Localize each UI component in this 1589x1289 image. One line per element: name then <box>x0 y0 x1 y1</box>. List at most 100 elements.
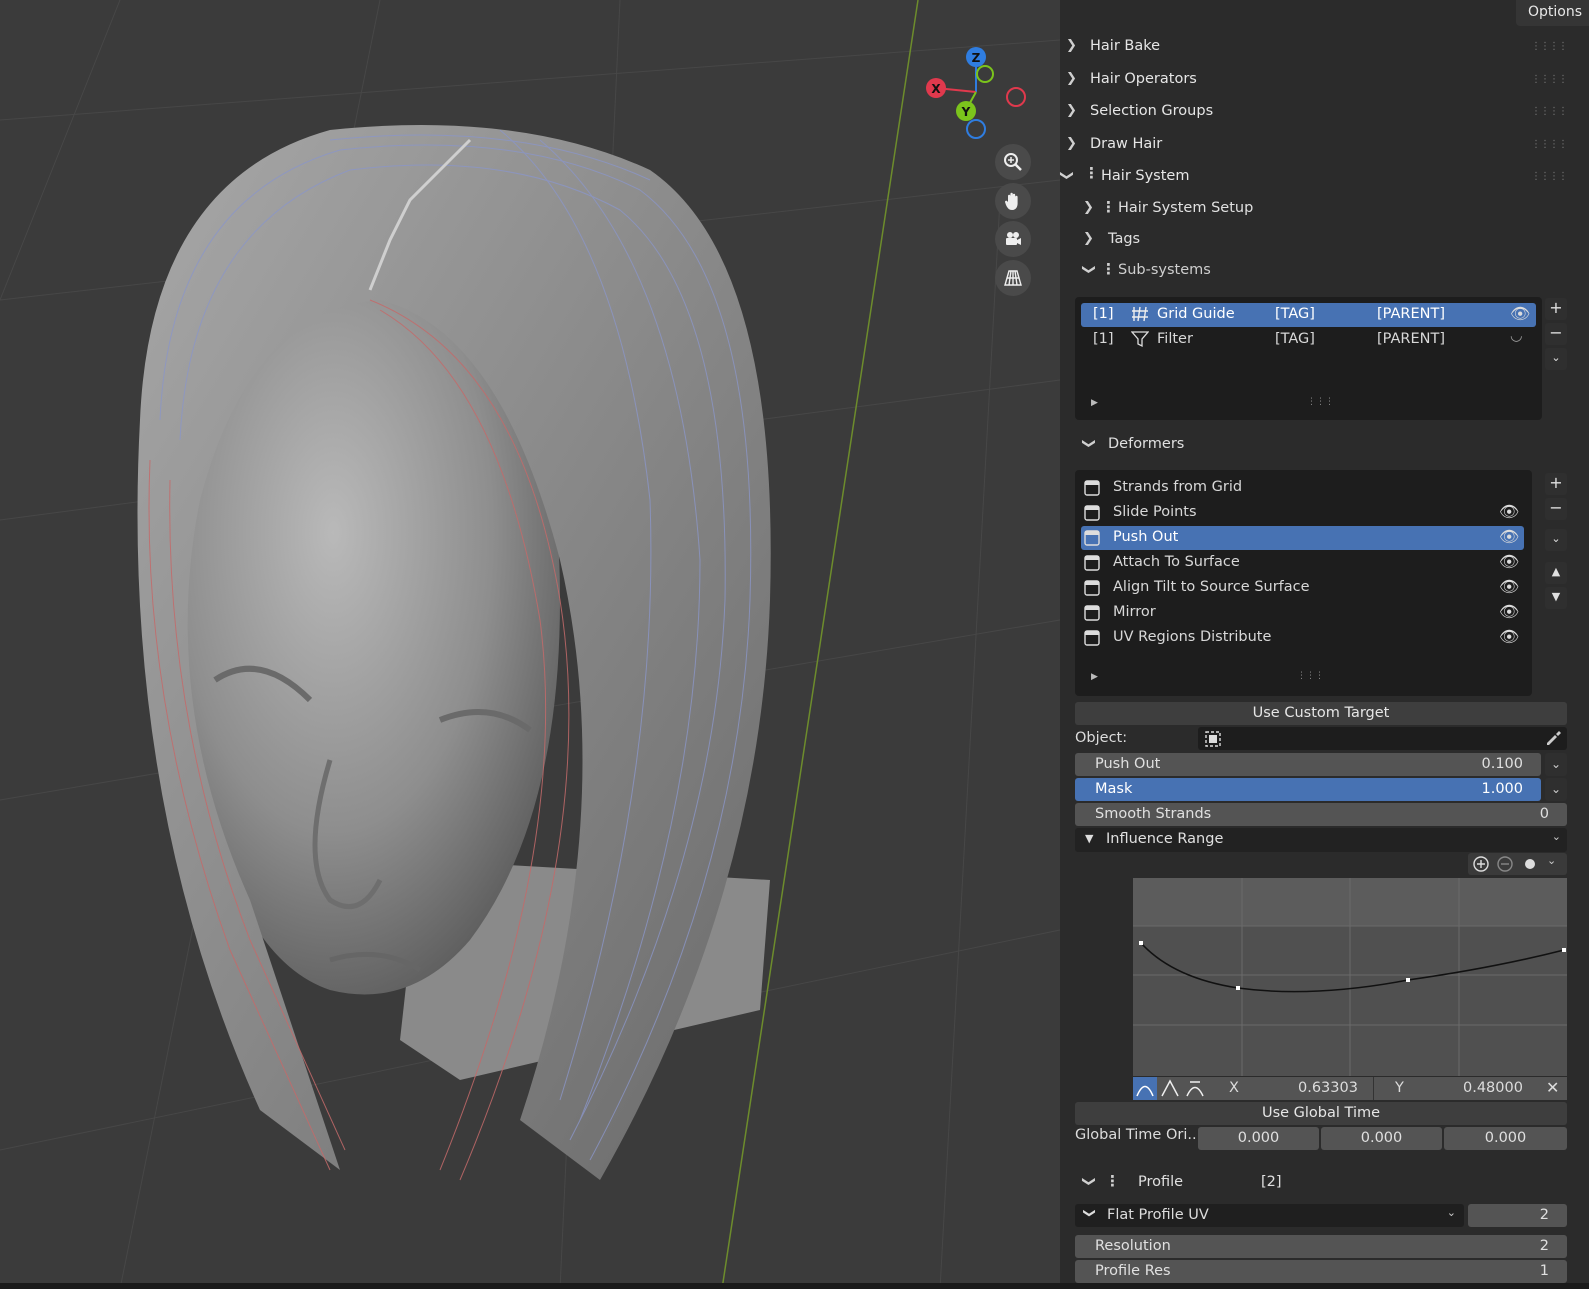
drag-grip-icon[interactable]: ⋮⋮⋮⋮ <box>1531 74 1568 85</box>
panel-menu-dots-icon[interactable]: ⋮ <box>1101 200 1116 215</box>
deformer-list-item[interactable]: Align Tilt to Source Surface 👁 <box>1081 576 1524 600</box>
chevron-down-icon[interactable]: ⌄ <box>1547 854 1556 867</box>
panel-hair-bake[interactable]: ❯ Hair Bake ⋮⋮⋮⋮ <box>1060 32 1569 62</box>
eye-closed-icon[interactable]: ◡ <box>1510 328 1523 344</box>
subpanel-title: Profile <box>1138 1174 1184 1190</box>
subsystem-list[interactable]: [1] Grid Guide [TAG] [PARENT] 👁 [1] Filt… <box>1075 297 1542 420</box>
viewport-scene <box>0 0 1060 1289</box>
chevron-right-icon: ❯ <box>1066 103 1077 118</box>
resolution-field[interactable]: Resolution 2 <box>1075 1235 1567 1258</box>
eyedropper-icon[interactable] <box>1545 729 1563 751</box>
perspective-grid-icon[interactable] <box>995 260 1031 296</box>
eye-icon[interactable]: 👁 <box>1499 552 1519 571</box>
panel-menu-dots-icon[interactable]: ⋮ <box>1084 166 1099 181</box>
deformer-list-item[interactable]: UV Regions Distribute 👁 <box>1081 626 1524 650</box>
global-time-z-field[interactable]: 0.000 <box>1444 1127 1567 1150</box>
deformer-list[interactable]: Strands from Grid Slide Points 👁 Push Out 👁 A… <box>1075 470 1532 696</box>
curve-options-dot-icon[interactable] <box>1522 856 1538 876</box>
subpanel-tags[interactable]: ❯ Tags <box>1083 227 1383 253</box>
move-down-arrow-icon[interactable]: ▼ <box>1545 587 1567 609</box>
remove-deformer-button[interactable]: − <box>1545 498 1567 520</box>
zoom-out-icon[interactable] <box>1496 855 1514 877</box>
profile-res-field[interactable]: Profile Res 1 <box>1075 1260 1567 1283</box>
panel-menu-dots-icon[interactable]: ⋮ <box>1105 1174 1120 1189</box>
3d-viewport[interactable]: Z X Y <box>0 0 1060 1289</box>
eye-icon[interactable]: 👁 <box>1499 577 1519 596</box>
drag-grip-icon[interactable]: ⋮⋮⋮⋮ <box>1531 106 1568 117</box>
curve-auto-handle-icon[interactable] <box>1183 1077 1207 1104</box>
object-field[interactable] <box>1198 727 1567 750</box>
curve-vector-handle-icon[interactable] <box>1158 1077 1182 1104</box>
panel-hair-system[interactable]: ❯ ⋮ Hair System ⋮⋮⋮⋮ <box>1059 162 1569 192</box>
deformer-list-item[interactable]: Strands from Grid <box>1081 476 1524 500</box>
global-time-x-field[interactable]: 0.000 <box>1198 1127 1319 1150</box>
eye-icon[interactable]: 👁 <box>1499 627 1519 646</box>
options-button[interactable]: Options <box>1516 0 1589 26</box>
panel-hair-operators[interactable]: ❯ Hair Operators ⋮⋮⋮⋮ <box>1060 65 1569 95</box>
smooth-strands-field[interactable]: Smooth Strands 0 <box>1075 803 1567 826</box>
global-time-y-field[interactable]: 0.000 <box>1321 1127 1442 1150</box>
subpanel-sub-systems[interactable]: ❯ ⋮ Sub-systems <box>1081 258 1383 284</box>
curve-smooth-handle-icon[interactable] <box>1133 1077 1157 1100</box>
profile-type-value-field[interactable]: 2 <box>1468 1204 1567 1227</box>
zoom-in-icon[interactable] <box>1472 855 1490 877</box>
panel-title: Hair Operators <box>1090 71 1197 87</box>
deformer-list-item[interactable]: Slide Points 👁 <box>1081 501 1524 525</box>
add-deformer-button[interactable]: + <box>1545 473 1567 495</box>
eye-icon[interactable]: 👁 <box>1499 602 1519 621</box>
resize-grip-icon[interactable]: ⋮⋮⋮ <box>1307 397 1334 407</box>
curve-x-value[interactable]: 0.63303 <box>1298 1080 1358 1096</box>
push-out-field[interactable]: Push Out 0.100 <box>1075 753 1541 776</box>
item-parent: [PARENT] <box>1377 331 1445 347</box>
mask-field[interactable]: Mask 1.000 <box>1075 778 1541 801</box>
use-custom-target-button[interactable]: Use Custom Target <box>1075 702 1567 725</box>
eye-icon[interactable]: 👁 <box>1499 527 1519 546</box>
influence-range-header[interactable]: ▼ Influence Range ⌄ <box>1075 828 1567 852</box>
panel-draw-hair[interactable]: ❯ Draw Hair ⋮⋮⋮⋮ <box>1060 130 1569 160</box>
modifier-icon <box>1083 479 1101 501</box>
subpanel-profile[interactable]: ❯ ⋮ Profile [2] <box>1081 1170 1483 1196</box>
pan-hand-icon[interactable] <box>995 183 1031 219</box>
navigation-gizmo[interactable]: Z X Y <box>920 40 1030 150</box>
deformer-list-item[interactable]: Push Out 👁 <box>1081 526 1524 550</box>
panel-title: Hair System <box>1101 168 1190 184</box>
deformer-menu-chevron-icon[interactable]: ⌄ <box>1545 529 1567 551</box>
expand-filter-icon[interactable]: ▶ <box>1091 672 1098 682</box>
remove-subsystem-button[interactable]: − <box>1545 323 1567 345</box>
drag-grip-icon[interactable]: ⋮⋮⋮⋮ <box>1531 139 1568 150</box>
panel-selection-groups[interactable]: ❯ Selection Groups ⋮⋮⋮⋮ <box>1060 97 1569 127</box>
subsystem-menu-chevron-icon[interactable]: ⌄ <box>1545 348 1567 370</box>
move-up-arrow-icon[interactable]: ▲ <box>1545 562 1567 584</box>
influence-curve-editor[interactable] <box>1133 878 1567 1076</box>
curve-toolbar: ⌄ <box>1468 853 1567 875</box>
deformer-name: Strands from Grid <box>1113 479 1243 495</box>
use-global-time-button[interactable]: Use Global Time <box>1075 1102 1567 1125</box>
resize-grip-icon[interactable]: ⋮⋮⋮ <box>1297 671 1324 681</box>
subpanel-deformers[interactable]: ❯ Deformers <box>1081 432 1383 458</box>
subpanel-hair-system-setup[interactable]: ❯ ⋮ Hair System Setup <box>1083 196 1383 222</box>
add-subsystem-button[interactable]: + <box>1545 298 1567 320</box>
delete-point-x-icon[interactable]: ✕ <box>1546 1078 1559 1097</box>
curve-y-value[interactable]: 0.48000 <box>1463 1080 1523 1096</box>
deformer-list-item[interactable]: Mirror 👁 <box>1081 601 1524 625</box>
chevron-down-icon[interactable]: ⌄ <box>1545 778 1567 801</box>
list-item[interactable]: [1] Filter [TAG] [PARENT] ◡ <box>1081 328 1536 352</box>
field-label: Profile Res <box>1095 1263 1171 1279</box>
expand-filter-icon[interactable]: ▶ <box>1091 398 1098 408</box>
profile-type-dropdown[interactable]: ❯ Flat Profile UV ⌄ <box>1075 1204 1464 1227</box>
deformer-list-item[interactable]: Attach To Surface 👁 <box>1081 551 1524 575</box>
item-name: Filter <box>1157 331 1193 347</box>
panel-title: Hair Bake <box>1090 38 1161 54</box>
chevron-down-icon[interactable]: ⌄ <box>1552 830 1561 843</box>
eye-icon[interactable]: 👁 <box>1499 502 1519 521</box>
camera-icon[interactable] <box>995 221 1031 257</box>
drag-grip-icon[interactable]: ⋮⋮⋮⋮ <box>1531 171 1568 182</box>
modifier-icon <box>1083 504 1101 526</box>
eye-icon[interactable]: 👁 <box>1510 304 1530 323</box>
chevron-down-icon[interactable]: ⌄ <box>1545 753 1567 776</box>
zoom-icon[interactable] <box>995 144 1031 180</box>
panel-menu-dots-icon[interactable]: ⋮ <box>1101 262 1116 277</box>
drag-grip-icon[interactable]: ⋮⋮⋮⋮ <box>1531 41 1568 52</box>
y-label: Y <box>1395 1080 1404 1096</box>
list-item[interactable]: [1] Grid Guide [TAG] [PARENT] 👁 <box>1081 303 1536 327</box>
